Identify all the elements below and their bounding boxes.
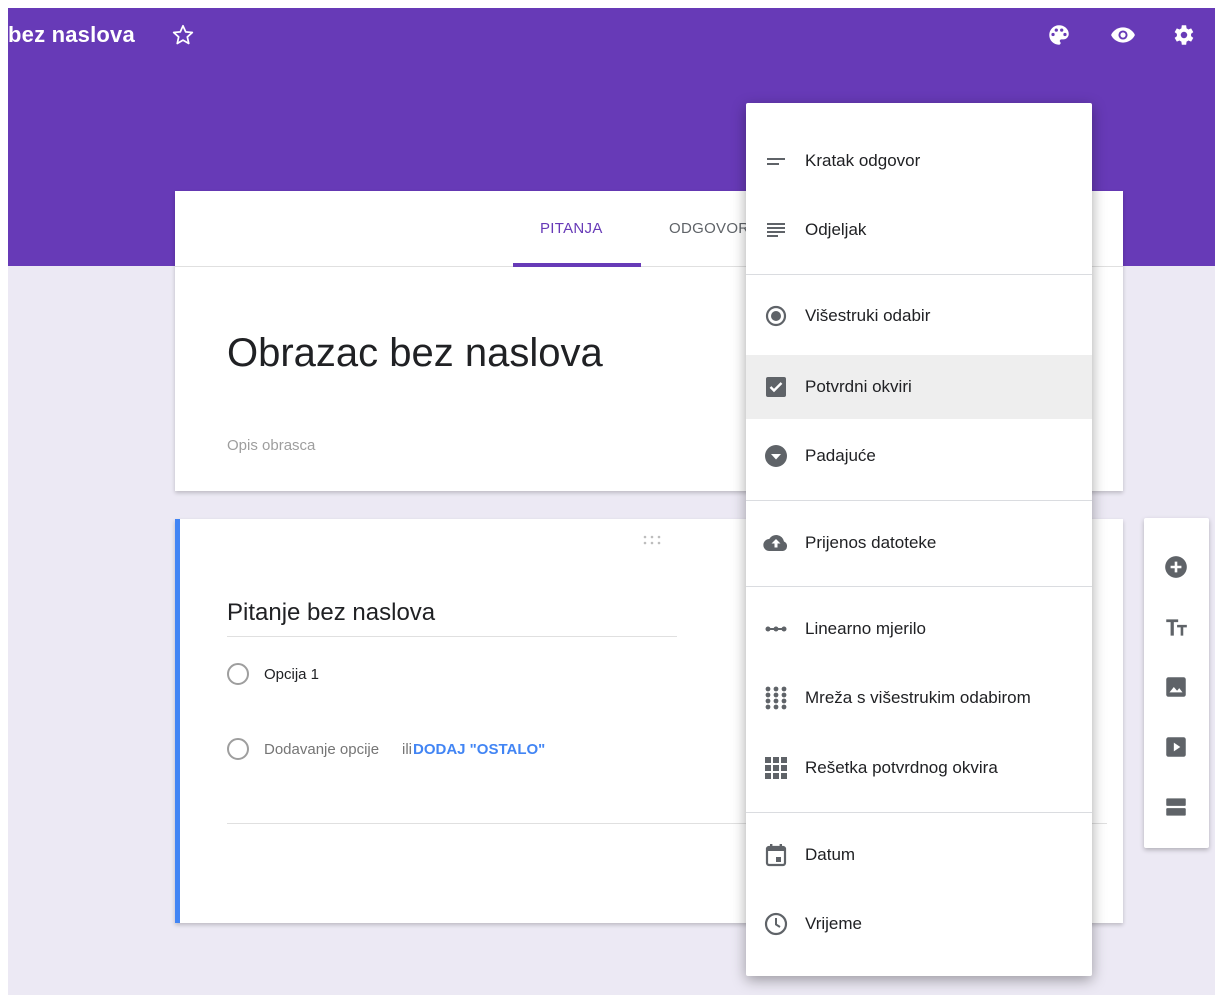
clock-icon bbox=[764, 912, 788, 936]
menu-item-multiple-choice-grid[interactable]: Mreža s višestrukim odabirom bbox=[746, 666, 1092, 730]
checkbox-icon bbox=[766, 377, 786, 397]
multiple-choice-grid-icon bbox=[765, 686, 787, 710]
menu-label: Datum bbox=[805, 845, 856, 864]
add-title-text-icon[interactable] bbox=[1163, 614, 1189, 640]
menu-label: Rešetka potvrdnog okvira bbox=[805, 758, 998, 777]
add-other-link[interactable]: DODAJ "OSTALO" bbox=[413, 741, 545, 758]
settings-gear-icon[interactable] bbox=[1170, 22, 1196, 48]
preview-eye-icon[interactable] bbox=[1110, 22, 1136, 48]
menu-divider bbox=[746, 812, 1092, 813]
drag-handle-icon[interactable] bbox=[643, 535, 661, 545]
radio-add-option bbox=[227, 738, 249, 760]
tab-questions[interactable]: PITANJA bbox=[540, 220, 603, 237]
menu-item-date[interactable]: Datum bbox=[746, 823, 1092, 887]
option-1-label[interactable]: Opcija 1 bbox=[264, 666, 319, 683]
form-description-field[interactable]: Opis obrasca bbox=[227, 437, 315, 454]
menu-item-checkbox-grid[interactable]: Rešetka potvrdnog okvira bbox=[746, 736, 1092, 800]
palette-icon[interactable] bbox=[1046, 22, 1072, 48]
star-icon[interactable] bbox=[170, 22, 196, 48]
add-option-field[interactable]: Dodavanje opcije bbox=[264, 741, 379, 758]
menu-label: Mreža s višestrukim odabirom bbox=[805, 688, 1031, 707]
paragraph-icon bbox=[767, 223, 785, 237]
menu-item-time[interactable]: Vrijeme bbox=[746, 892, 1092, 956]
menu-item-paragraph[interactable]: Odjeljak bbox=[746, 198, 1092, 262]
active-tab-indicator bbox=[513, 263, 641, 267]
question-title-input[interactable]: Pitanje bez naslova bbox=[227, 599, 677, 637]
add-video-icon[interactable] bbox=[1163, 734, 1189, 760]
menu-divider bbox=[746, 500, 1092, 501]
menu-label: Kratak odgovor bbox=[805, 151, 921, 170]
menu-label: Vrijeme bbox=[805, 914, 862, 933]
menu-label: Linearno mjerilo bbox=[805, 619, 926, 638]
dropdown-icon bbox=[765, 445, 787, 467]
add-section-icon[interactable] bbox=[1163, 794, 1189, 820]
menu-label: Padajuće bbox=[805, 446, 876, 465]
menu-item-checkboxes[interactable]: Potvrdni okviri bbox=[746, 355, 1092, 419]
menu-label: Potvrdni okviri bbox=[805, 377, 912, 396]
menu-item-dropdown[interactable]: Padajuće bbox=[746, 424, 1092, 488]
question-type-menu: Kratak odgovor Odjeljak Višestruki odabi… bbox=[746, 103, 1092, 976]
radio-option-1 bbox=[227, 663, 249, 685]
cloud-upload-icon bbox=[763, 534, 788, 552]
side-toolbar bbox=[1144, 518, 1209, 848]
forms-editor: bez naslova PITANJA ODGOVORI Obrazac bez… bbox=[8, 8, 1215, 995]
menu-item-linear-scale[interactable]: Linearno mjerilo bbox=[746, 597, 1092, 661]
menu-divider bbox=[746, 586, 1092, 587]
menu-item-multiple-choice[interactable]: Višestruki odabir bbox=[746, 284, 1092, 348]
radio-button-icon bbox=[765, 305, 787, 327]
checkbox-grid-icon bbox=[765, 757, 787, 779]
menu-label: Višestruki odabir bbox=[805, 306, 931, 325]
add-image-icon[interactable] bbox=[1163, 674, 1189, 700]
menu-label: Odjeljak bbox=[805, 220, 867, 239]
or-label: ili bbox=[402, 741, 412, 758]
tab-responses[interactable]: ODGOVORI bbox=[669, 220, 754, 237]
form-title[interactable]: Obrazac bez naslova bbox=[227, 331, 603, 376]
linear-scale-icon bbox=[765, 626, 787, 632]
menu-divider bbox=[746, 274, 1092, 275]
menu-item-file-upload[interactable]: Prijenos datoteke bbox=[746, 511, 1092, 575]
calendar-icon bbox=[765, 844, 787, 867]
menu-item-short-answer[interactable]: Kratak odgovor bbox=[746, 129, 1092, 193]
add-question-icon[interactable] bbox=[1163, 554, 1189, 580]
short-answer-icon bbox=[767, 158, 785, 165]
menu-label: Prijenos datoteke bbox=[805, 533, 937, 552]
app-title[interactable]: bez naslova bbox=[8, 22, 135, 48]
